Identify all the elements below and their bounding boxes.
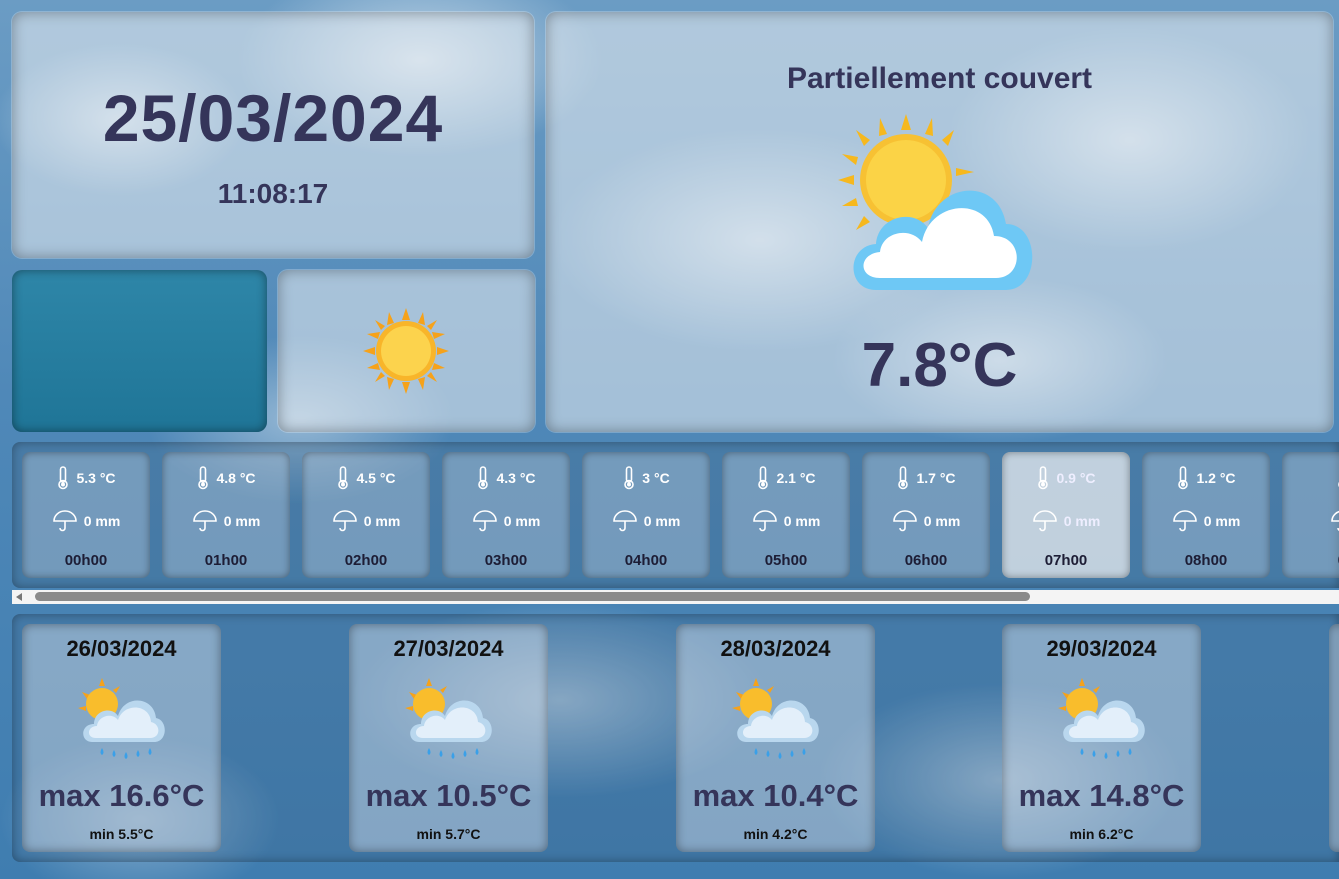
day-min-temperature: min 6.2°C: [1069, 826, 1134, 842]
day-date: 28/03/2024: [720, 636, 831, 661]
day-card: 27/03/2024 max 10.5°C min 5.7°C: [349, 624, 548, 852]
sun-icon: [363, 308, 449, 394]
thermometer-icon: [624, 466, 635, 490]
umbrella-icon: [752, 510, 777, 532]
day-max-temperature: max 14.8°C: [1018, 778, 1185, 813]
hour-card: 1.7 °C 0 mm 06h00: [862, 452, 990, 578]
hour-label: 07h00: [1044, 552, 1088, 569]
thermometer-icon: [478, 466, 489, 490]
hour-label: 09: [1282, 552, 1339, 569]
umbrella-icon: [1032, 510, 1057, 532]
day-card: 26/03/2024 max 16.6°C min 5.5°C: [22, 624, 221, 852]
hour-temperature: 1.7 °C: [916, 470, 956, 486]
umbrella-icon: [332, 510, 357, 532]
hour-temperature: 3 °C: [642, 470, 670, 486]
umbrella-icon: [612, 510, 637, 532]
hour-label: 00h00: [64, 552, 108, 569]
hour-rain: 0 mm: [223, 513, 261, 529]
scrollbar-thumb[interactable]: [35, 592, 1030, 601]
horizontal-scrollbar[interactable]: [12, 590, 1339, 604]
hour-temperature: 5.3 °C: [76, 470, 116, 486]
hour-label: 03h00: [484, 552, 528, 569]
hour-rain: 0 mm: [1063, 513, 1101, 529]
hour-rain: 0 mm: [643, 513, 681, 529]
day-card: [1329, 624, 1339, 852]
hour-card: 2.1 °C 0 mm 05h00: [722, 452, 850, 578]
hour-rain: 0 mm: [783, 513, 821, 529]
day-card: 29/03/2024 max 14.8°C min 6.2°C: [1002, 624, 1201, 852]
umbrella-icon: [1331, 510, 1339, 531]
current-date: 25/03/2024: [102, 81, 444, 155]
day-max-temperature: max 10.5°C: [365, 778, 532, 813]
hour-label: 04h00: [624, 552, 668, 569]
day-min-temperature: min 5.7°C: [416, 826, 481, 842]
hour-card: 09: [1282, 452, 1339, 578]
umbrella-icon: [192, 510, 217, 532]
thermometer-icon: [1038, 466, 1049, 490]
hour-rain: 0 mm: [1203, 513, 1241, 529]
thermometer-icon: [338, 466, 349, 490]
day-date: 26/03/2024: [66, 636, 177, 661]
thermometer-icon: [58, 466, 69, 490]
hour-rain: 0 mm: [83, 513, 121, 529]
hour-card: 3 °C 0 mm 04h00: [582, 452, 710, 578]
hour-label: 02h00: [344, 552, 388, 569]
sun-cloud-rain-icon: [1058, 678, 1145, 759]
hour-card: 4.8 °C 0 mm 01h00: [162, 452, 290, 578]
day-card: 28/03/2024 max 10.4°C min 4.2°C: [676, 624, 875, 852]
thermometer-icon: [898, 466, 909, 490]
hour-label: 05h00: [764, 552, 808, 569]
thermometer-icon: [1178, 466, 1189, 490]
hour-rain: 0 mm: [503, 513, 541, 529]
umbrella-icon: [52, 510, 77, 532]
day-date: 29/03/2024: [1046, 636, 1157, 661]
day-date: 27/03/2024: [393, 636, 504, 661]
condition-label: Partiellement couvert: [786, 62, 1093, 95]
umbrella-icon: [1172, 510, 1197, 532]
hour-rain: 0 mm: [923, 513, 961, 529]
hour-temperature: 4.3 °C: [496, 470, 536, 486]
hour-card: 4.3 °C 0 mm 03h00: [442, 452, 570, 578]
sun-behind-cloud-icon: [838, 114, 1033, 290]
hour-card: 5.3 °C 0 mm 00h00: [22, 452, 150, 578]
date-time-panel: 25/03/2024 11:08:17: [12, 12, 534, 258]
day-max-temperature: max 16.6°C: [38, 778, 205, 813]
umbrella-icon: [892, 510, 917, 532]
hour-card: 4.5 °C 0 mm 02h00: [302, 452, 430, 578]
hour-temperature: 0.9 °C: [1056, 470, 1096, 486]
hour-temperature: 2.1 °C: [776, 470, 816, 486]
hour-card: 1.2 °C 0 mm 08h00: [1142, 452, 1270, 578]
hour-temperature: 4.5 °C: [356, 470, 396, 486]
hour-temperature: 1.2 °C: [1196, 470, 1236, 486]
umbrella-icon: [472, 510, 497, 532]
hourly-forecast-strip[interactable]: 5.3 °C 0 mm 00h00 4.8 °C 0 mm 01h00 4.5 …: [12, 442, 1339, 588]
thermometer-icon: [758, 466, 769, 490]
day-min-temperature: min 4.2°C: [743, 826, 808, 842]
current-weather-panel: Partiellement couvert 7.8°C: [546, 12, 1333, 432]
daily-forecast-strip: 26/03/2024 max 16.6°C min 5.5°C 27/03/20…: [12, 614, 1339, 862]
hour-label: 01h00: [204, 552, 248, 569]
current-temperature: 7.8°C: [861, 331, 1018, 400]
sun-tile: [278, 270, 535, 432]
current-time: 11:08:17: [217, 178, 329, 209]
status-tile: [12, 270, 267, 432]
sun-cloud-rain-icon: [405, 678, 492, 759]
hour-label: 08h00: [1184, 552, 1228, 569]
thermometer-icon: [198, 466, 209, 490]
hour-temperature: 4.8 °C: [216, 470, 256, 486]
hour-label: 06h00: [904, 552, 948, 569]
day-min-temperature: min 5.5°C: [89, 826, 154, 842]
sun-cloud-rain-icon: [732, 678, 819, 759]
scroll-left-arrow-icon[interactable]: [16, 593, 22, 601]
day-max-temperature: max 10.4°C: [692, 778, 859, 813]
sun-cloud-rain-icon: [78, 678, 165, 759]
hour-rain: 0 mm: [363, 513, 401, 529]
hour-card: 0.9 °C 0 mm 07h00: [1002, 452, 1130, 578]
